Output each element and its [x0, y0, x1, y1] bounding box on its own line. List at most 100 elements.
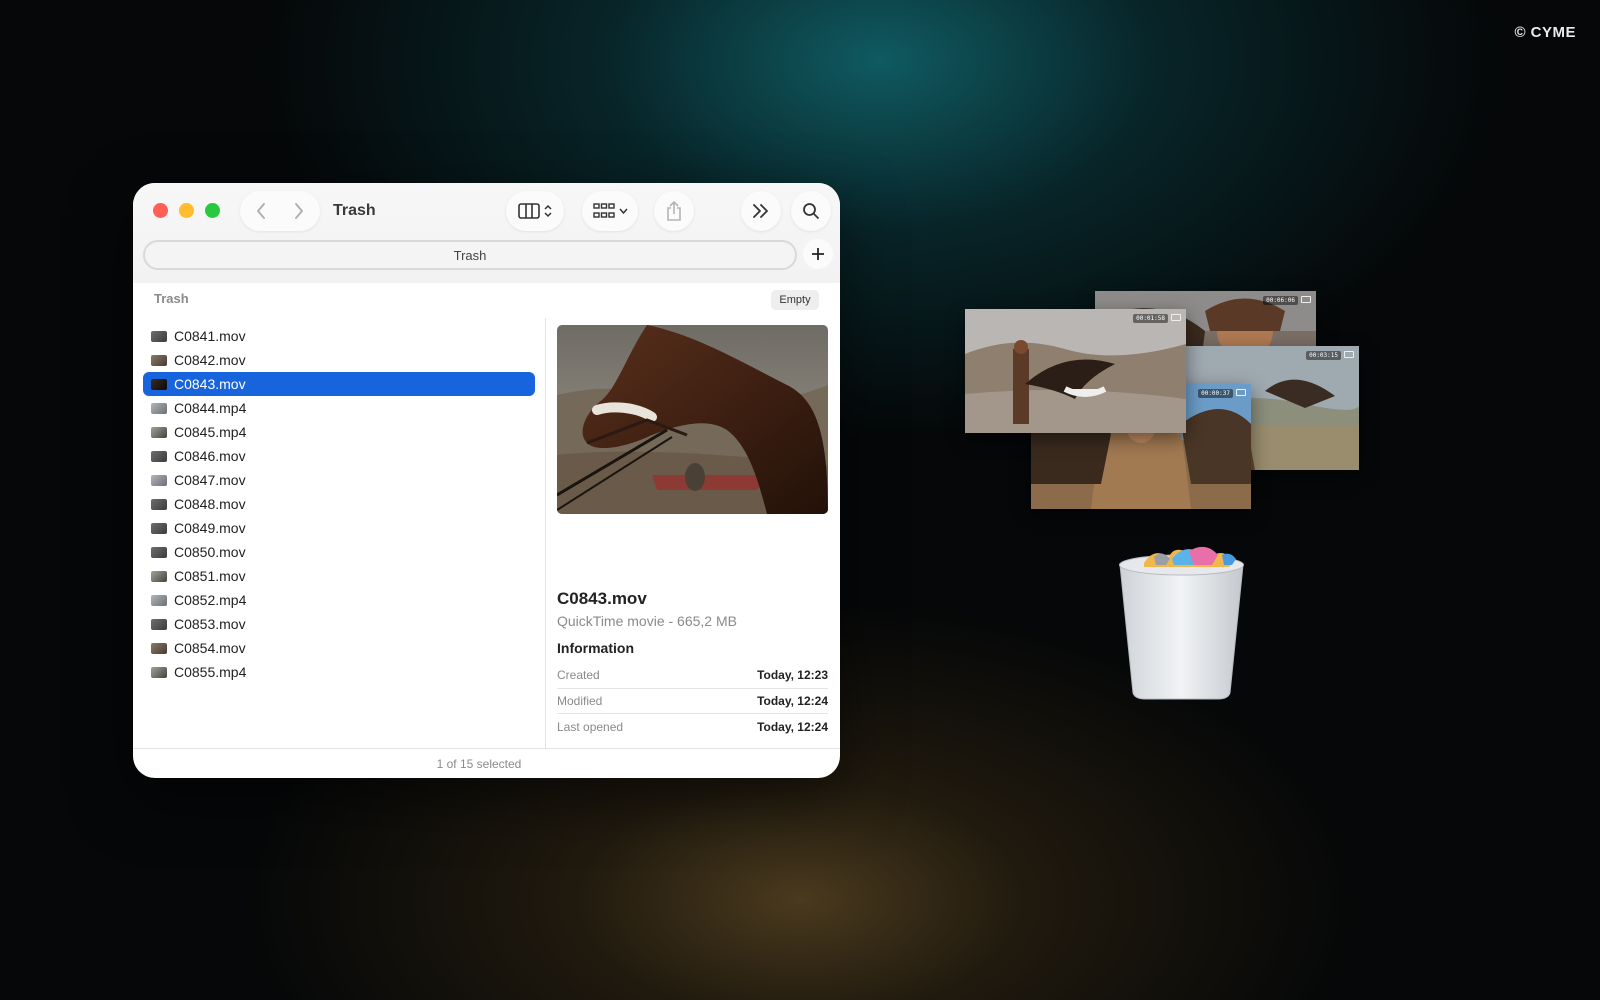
more-toolbar-items-button[interactable] [741, 191, 781, 231]
empty-trash-button[interactable]: Empty [771, 290, 819, 310]
video-duration: 00:00:37 [1198, 389, 1233, 398]
file-name: C0850.mov [174, 544, 246, 560]
file-name: C0843.mov [174, 376, 246, 392]
file-row[interactable]: C0851.mov [143, 564, 535, 588]
video-thumbnail-icon [151, 378, 167, 390]
new-tab-button[interactable] [803, 239, 833, 269]
video-thumbnail-icon [151, 330, 167, 342]
double-chevron-right-icon [753, 204, 768, 218]
video-thumbnail-icon [151, 522, 167, 534]
section-label: Trash [154, 291, 189, 306]
info-key: Created [557, 668, 600, 683]
video-thumbnail-icon [151, 642, 167, 654]
video-thumbnail-icon [151, 498, 167, 510]
info-value: Today, 12:23 [757, 668, 828, 683]
title-bar: Trash Trash [133, 183, 840, 283]
video-thumbnail-icon [151, 450, 167, 462]
video-thumbnail-icon [151, 354, 167, 366]
file-row[interactable]: C0852.mp4 [143, 588, 535, 612]
zoom-window-button[interactable] [205, 203, 220, 218]
view-mode-button[interactable] [506, 191, 564, 231]
file-name: C0842.mov [174, 352, 246, 368]
file-row[interactable]: C0845.mp4 [143, 420, 535, 444]
file-name: C0844.mp4 [174, 400, 247, 416]
file-row[interactable]: C0854.mov [143, 636, 535, 660]
video-duration: 00:03:15 [1306, 351, 1341, 360]
info-value: Today, 12:24 [757, 693, 828, 708]
status-bar: 1 of 15 selected [133, 748, 840, 778]
file-row[interactable]: C0847.mov [143, 468, 535, 492]
trash-can-icon[interactable] [1114, 545, 1249, 700]
path-tab[interactable]: Trash [143, 240, 797, 270]
file-name: C0854.mov [174, 640, 246, 656]
video-camera-icon [1301, 296, 1311, 303]
plus-icon [812, 248, 824, 260]
file-row[interactable]: C0843.mov [143, 372, 535, 396]
columns-view-icon [518, 203, 540, 219]
info-row-last-opened: Last opened Today, 12:24 [557, 714, 828, 740]
video-thumbnail-icon [151, 570, 167, 582]
window-title: Trash [333, 202, 376, 219]
file-row[interactable]: C0853.mov [143, 612, 535, 636]
video-thumbnail-icon [151, 426, 167, 438]
information-table: Created Today, 12:23 Modified Today, 12:… [557, 663, 828, 740]
close-window-button[interactable] [153, 203, 168, 218]
floating-video-card: 00:01:58 [965, 309, 1186, 433]
file-name: C0851.mov [174, 568, 246, 584]
share-button[interactable] [654, 191, 694, 231]
video-camera-icon [1171, 314, 1181, 321]
preview-image [557, 325, 828, 514]
file-name: C0849.mov [174, 520, 246, 536]
file-row[interactable]: C0841.mov [143, 324, 535, 348]
file-row[interactable]: C0850.mov [143, 540, 535, 564]
video-duration: 00:06:06 [1263, 296, 1298, 305]
video-duration: 00:01:58 [1133, 314, 1168, 323]
preview-file-name: C0843.mov [557, 589, 647, 608]
file-row[interactable]: C0846.mov [143, 444, 535, 468]
info-key: Last opened [557, 719, 624, 734]
info-row-created: Created Today, 12:23 [557, 663, 828, 689]
file-name: C0853.mov [174, 616, 246, 632]
file-row[interactable]: C0844.mp4 [143, 396, 535, 420]
info-key: Modified [557, 693, 603, 708]
pane-divider[interactable] [545, 318, 546, 750]
file-row[interactable]: C0855.mp4 [143, 660, 535, 684]
file-name: C0848.mov [174, 496, 246, 512]
video-thumbnail-icon [151, 402, 167, 414]
file-name: C0855.mp4 [174, 664, 247, 680]
navigation-group [240, 191, 320, 231]
watermark: © CYME [1514, 24, 1576, 41]
video-camera-icon [1236, 389, 1246, 396]
file-row[interactable]: C0842.mov [143, 348, 535, 372]
video-thumbnail-icon [151, 666, 167, 678]
video-thumbnail-icon [151, 618, 167, 630]
video-thumbnail-icon [151, 474, 167, 486]
chevron-down-icon [618, 208, 628, 215]
video-camera-icon [1344, 351, 1354, 358]
search-button[interactable] [791, 191, 831, 231]
file-name: C0845.mp4 [174, 424, 247, 440]
chevron-left-icon [257, 203, 265, 219]
file-name: C0847.mov [174, 472, 246, 488]
updown-chevron-icon [544, 204, 552, 218]
grid-group-icon [592, 203, 615, 218]
minimize-window-button[interactable] [179, 203, 194, 218]
share-icon [667, 200, 681, 221]
finder-window: Trash Trash Trash Empty C0841.mov C0842.m… [133, 183, 840, 778]
info-value: Today, 12:24 [757, 719, 828, 734]
preview-file-kind: QuickTime movie - 665,2 MB [557, 613, 737, 629]
information-heading: Information [557, 640, 634, 656]
forward-button[interactable] [288, 200, 310, 222]
file-name: C0852.mp4 [174, 592, 247, 608]
file-name: C0841.mov [174, 328, 246, 344]
info-row-modified: Modified Today, 12:24 [557, 689, 828, 714]
video-thumbnail-icon [151, 594, 167, 606]
file-row[interactable]: C0849.mov [143, 516, 535, 540]
chevron-right-icon [295, 203, 303, 219]
file-list: C0841.mov C0842.mov C0843.mov C0844.mp4 C084… [143, 324, 535, 684]
video-thumbnail-icon [151, 546, 167, 558]
file-row[interactable]: C0848.mov [143, 492, 535, 516]
group-by-button[interactable] [582, 191, 638, 231]
back-button[interactable] [250, 200, 272, 222]
file-name: C0846.mov [174, 448, 246, 464]
